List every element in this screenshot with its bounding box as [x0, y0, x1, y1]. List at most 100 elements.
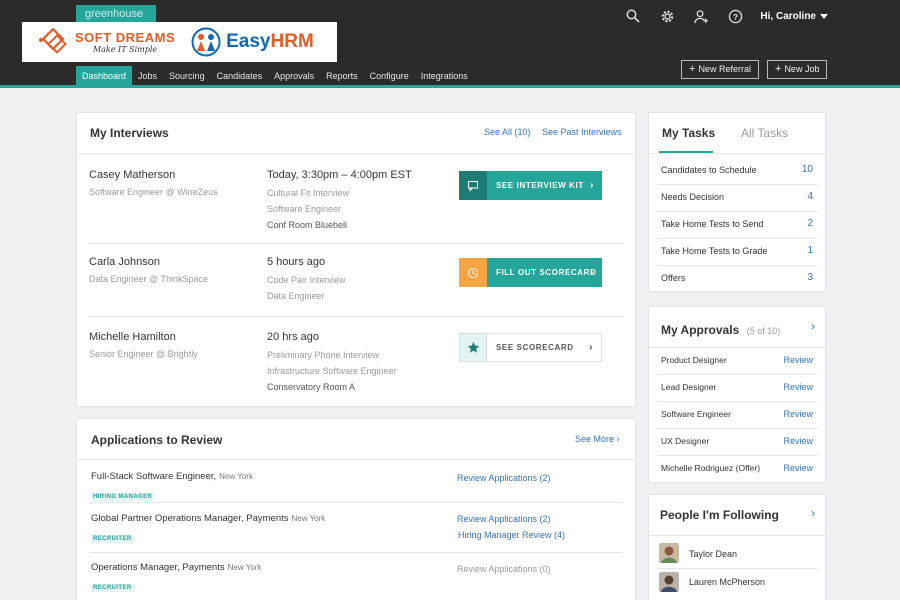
interview-location: Conf Room Bluebell: [267, 220, 348, 230]
following-card: People I'm Following › Taylor Dean Laure…: [648, 494, 826, 600]
easyhrm-wordmark: EasyHRM: [226, 31, 314, 52]
svg-text:?: ?: [733, 11, 738, 21]
application-row: Operations Manager, Payments New York REC…: [91, 562, 261, 594]
interview-location: Conservatory Room A: [267, 382, 356, 392]
nav-integrations[interactable]: Integrations: [415, 66, 474, 86]
nav-sourcing[interactable]: Sourcing: [163, 66, 211, 86]
review-link[interactable]: Review: [783, 463, 813, 473]
review-applications-link[interactable]: Review Applications (0): [457, 564, 551, 574]
applications-card: Applications to Review See More › Full-S…: [76, 418, 636, 600]
gear-icon[interactable]: [650, 0, 684, 32]
search-icon[interactable]: [616, 0, 650, 32]
application-row: Full-Stack Software Engineer, New York HI…: [91, 471, 253, 503]
card-title: My Interviews: [90, 126, 169, 140]
easyhrm-logo-icon: [190, 27, 222, 57]
chevron-right-icon[interactable]: ›: [811, 319, 815, 333]
job-location: New York: [291, 514, 326, 523]
task-label: Candidates to Schedule: [661, 165, 757, 175]
interview-job: Software Engineer: [267, 204, 342, 214]
task-count: 3: [807, 272, 813, 283]
tab-all-tasks[interactable]: All Tasks: [741, 126, 788, 140]
approval-label: Lead Designer: [661, 382, 717, 392]
new-job-button[interactable]: + New Job: [767, 60, 828, 79]
review-link[interactable]: Review: [783, 355, 813, 365]
job-title: Full-Stack Software Engineer,: [91, 471, 217, 482]
task-count: 10: [801, 164, 813, 175]
role-tag: HIRING MANAGER: [91, 493, 155, 501]
interview-type: Preliminary Phone Interview: [267, 350, 380, 360]
approval-row: UX Designer Review: [649, 428, 825, 455]
review-link[interactable]: Review: [783, 382, 813, 392]
review-link[interactable]: Review: [783, 409, 813, 419]
task-row[interactable]: Offers 3: [649, 265, 825, 292]
candidate-name[interactable]: Michelle Hamilton: [89, 331, 176, 343]
see-scorecard-button[interactable]: SEE SCORECARD ›: [459, 333, 602, 362]
approval-row: Product Designer Review: [649, 347, 825, 374]
task-count: 4: [807, 191, 813, 202]
approval-label: Software Engineer: [661, 409, 731, 419]
job-title: Operations Manager, Payments: [91, 562, 225, 573]
see-past-interviews-link[interactable]: See Past Interviews: [542, 127, 622, 137]
see-interview-kit-button[interactable]: SEE INTERVIEW KIT ›: [459, 171, 602, 200]
chevron-right-icon: ›: [590, 180, 594, 191]
review-link[interactable]: Review: [783, 436, 813, 446]
nav-configure[interactable]: Configure: [364, 66, 415, 86]
job-title: Global Partner Operations Manager, Payme…: [91, 513, 289, 524]
add-user-icon[interactable]: [684, 0, 718, 32]
interview-type: Cultural Fit Interview: [267, 188, 350, 198]
task-count: 1: [807, 245, 813, 256]
nav-reports[interactable]: Reports: [320, 66, 364, 86]
my-interviews-card: My Interviews See All (10) See Past Inte…: [76, 112, 636, 407]
person-name[interactable]: Lauren McPherson: [689, 577, 765, 587]
user-menu[interactable]: Hi, Caroline: [760, 11, 828, 22]
nav-candidates[interactable]: Candidates: [211, 66, 269, 86]
interview-time: 20 hrs ago: [267, 331, 319, 343]
header-actions: ? Hi, Caroline: [616, 0, 900, 32]
application-row: Global Partner Operations Manager, Payme…: [91, 513, 325, 545]
approval-label: Michelle Rodriguez (Offer): [661, 463, 761, 473]
see-more-link[interactable]: See More ›: [575, 434, 620, 444]
avatar[interactable]: [659, 572, 679, 592]
candidate-role: Software Engineer @ WineZeus: [89, 187, 218, 197]
nav-approvals[interactable]: Approvals: [268, 66, 320, 86]
star-icon: [460, 334, 487, 361]
role-tag: RECRUITER: [91, 584, 134, 592]
new-referral-button[interactable]: + New Referral: [681, 60, 759, 79]
task-row[interactable]: Take Home Tests to Send 2: [649, 211, 825, 238]
review-applications-link[interactable]: Review Applications (2): [457, 473, 551, 483]
task-label: Offers: [661, 273, 686, 283]
hiring-manager-review-link[interactable]: Hiring Manager Review (4): [458, 530, 565, 540]
chevron-right-icon: ›: [590, 267, 594, 278]
task-row[interactable]: Candidates to Schedule 10: [649, 157, 825, 184]
greenhouse-logo[interactable]: greenhouse: [76, 5, 156, 23]
candidate-name[interactable]: Carla Johnson: [89, 256, 160, 268]
tab-my-tasks[interactable]: My Tasks: [662, 126, 715, 140]
approvals-header[interactable]: My Approvals (5 of 10): [661, 321, 780, 339]
fill-out-scorecard-button[interactable]: FILL OUT SCORECARD ›: [459, 258, 602, 287]
review-applications-link[interactable]: Review Applications (2): [457, 514, 551, 524]
task-row[interactable]: Needs Decision 4: [649, 184, 825, 211]
plus-icon: +: [689, 63, 696, 75]
nav-dashboard[interactable]: Dashboard: [76, 66, 133, 86]
approval-row: Software Engineer Review: [649, 401, 825, 428]
card-title: My Approvals: [661, 323, 740, 337]
approval-label: UX Designer: [661, 436, 710, 446]
avatar[interactable]: [659, 543, 679, 563]
task-row[interactable]: Take Home Tests to Grade 1: [649, 238, 825, 265]
see-all-link[interactable]: See All (10): [484, 127, 531, 137]
candidate-role: Senior Engineer @ Brightly: [89, 349, 198, 359]
help-icon[interactable]: ?: [718, 0, 752, 32]
softdreams-wordmark: SOFT DREAMS: [75, 29, 176, 45]
nav-jobs[interactable]: Jobs: [132, 66, 163, 86]
approval-row: Michelle Rodriguez (Offer) Review: [649, 455, 825, 482]
chevron-right-icon[interactable]: ›: [811, 506, 815, 520]
chevron-right-icon: ›: [616, 434, 620, 444]
approval-label: Product Designer: [661, 355, 727, 365]
task-label: Take Home Tests to Send: [661, 219, 764, 229]
card-title: Applications to Review: [91, 433, 223, 447]
candidate-name[interactable]: Casey Matherson: [89, 169, 175, 181]
tasks-card: My Tasks All Tasks Candidates to Schedul…: [648, 112, 826, 292]
card-title[interactable]: People I'm Following: [660, 508, 779, 522]
main-nav: Dashboard Jobs Sourcing Candidates Appro…: [76, 66, 474, 86]
person-name[interactable]: Taylor Dean: [689, 549, 737, 559]
